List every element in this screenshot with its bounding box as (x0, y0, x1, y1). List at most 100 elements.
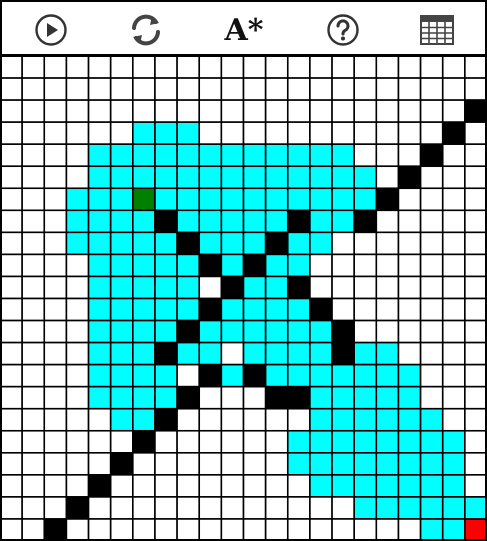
grid-cell-empty[interactable] (397, 187, 422, 212)
grid-cell-empty[interactable] (154, 429, 178, 454)
grid-cell-visited[interactable] (264, 275, 289, 300)
grid-cell-empty[interactable] (464, 121, 487, 145)
grid-cell-visited[interactable] (176, 187, 201, 212)
grid-cell-wall[interactable] (87, 474, 112, 498)
grid-cell-empty[interactable] (397, 56, 422, 79)
grid-cell-empty[interactable] (109, 429, 134, 454)
grid-cell-empty[interactable] (65, 429, 90, 454)
pathfinding-grid[interactable] (0, 56, 487, 541)
grid-cell-visited[interactable] (87, 363, 112, 388)
grid-cell-visited[interactable] (353, 496, 378, 520)
grid-cell-visited[interactable] (264, 319, 289, 344)
grid-cell-empty[interactable] (264, 407, 289, 432)
grid-cell-empty[interactable] (21, 121, 46, 145)
grid-cell-visited[interactable] (286, 297, 311, 322)
grid-cell-empty[interactable] (264, 496, 289, 520)
grid-cell-visited[interactable] (87, 231, 112, 256)
grid-cell-visited[interactable] (419, 518, 444, 541)
grid-cell-empty[interactable] (220, 121, 245, 145)
grid-cell-empty[interactable] (65, 275, 90, 300)
grid-cell-empty[interactable] (419, 77, 444, 101)
grid-cell-visited[interactable] (353, 429, 378, 454)
grid-cell-wall[interactable] (109, 452, 134, 476)
grid-cell-empty[interactable] (43, 297, 68, 322)
grid-cell-empty[interactable] (419, 209, 444, 234)
grid-cell-empty[interactable] (309, 121, 333, 145)
grid-cell-empty[interactable] (419, 56, 444, 79)
grid-cell-visited[interactable] (264, 209, 289, 234)
grid-cell-empty[interactable] (419, 253, 444, 278)
grid-cell-empty[interactable] (309, 253, 333, 278)
grid-cell-empty[interactable] (242, 407, 267, 432)
grid-cell-visited[interactable] (198, 165, 223, 190)
grid-cell-empty[interactable] (176, 452, 201, 476)
grid-cell-empty[interactable] (198, 275, 223, 300)
grid-cell-empty[interactable] (375, 209, 400, 234)
grid-cell-empty[interactable] (176, 407, 201, 432)
grid-cell-visited[interactable] (286, 165, 311, 190)
grid-cell-empty[interactable] (0, 385, 23, 410)
grid-cell-empty[interactable] (0, 121, 23, 145)
grid-cell-empty[interactable] (331, 99, 355, 123)
grid-cell-empty[interactable] (397, 99, 422, 123)
grid-cell-visited[interactable] (464, 496, 487, 520)
grid-cell-empty[interactable] (375, 231, 400, 256)
grid-cell-empty[interactable] (441, 319, 466, 344)
grid-cell-empty[interactable] (21, 429, 46, 454)
grid-cell-empty[interactable] (331, 297, 355, 322)
grid-cell-empty[interactable] (331, 56, 355, 79)
grid-cell-visited[interactable] (286, 363, 311, 388)
grid-cell-empty[interactable] (21, 518, 46, 541)
grid-cell-empty[interactable] (43, 231, 68, 256)
grid-cell-empty[interactable] (198, 496, 223, 520)
grid-cell-visited[interactable] (109, 319, 134, 344)
grid-cell-empty[interactable] (264, 429, 289, 454)
grid-cell-empty[interactable] (176, 518, 201, 541)
grid-cell-empty[interactable] (397, 121, 422, 145)
grid-cell-visited[interactable] (331, 407, 355, 432)
grid-cell-empty[interactable] (198, 385, 223, 410)
grid-cell-empty[interactable] (242, 56, 267, 79)
grid-cell-wall[interactable] (397, 165, 422, 190)
grid-cell-empty[interactable] (331, 496, 355, 520)
grid-cell-empty[interactable] (397, 209, 422, 234)
grid-cell-empty[interactable] (176, 474, 201, 498)
grid-cell-empty[interactable] (43, 209, 68, 234)
grid-cell-visited[interactable] (176, 253, 201, 278)
grid-cell-visited[interactable] (176, 275, 201, 300)
grid-cell-empty[interactable] (242, 518, 267, 541)
grid-cell-visited[interactable] (176, 121, 201, 145)
grid-cell-empty[interactable] (397, 77, 422, 101)
grid-cell-empty[interactable] (464, 407, 487, 432)
grid-cell-empty[interactable] (0, 165, 23, 190)
grid-cell-empty[interactable] (65, 253, 90, 278)
grid-cell-empty[interactable] (286, 474, 311, 498)
grid-cell-empty[interactable] (375, 319, 400, 344)
grid-cell-empty[interactable] (220, 496, 245, 520)
grid-cell-empty[interactable] (198, 474, 223, 498)
grid-cell-empty[interactable] (176, 99, 201, 123)
grid-cell-empty[interactable] (0, 231, 23, 256)
grid-cell-empty[interactable] (220, 341, 245, 366)
grid-cell-empty[interactable] (353, 231, 378, 256)
grid-cell-empty[interactable] (242, 452, 267, 476)
grid-cell-visited[interactable] (375, 496, 400, 520)
grid-cell-empty[interactable] (264, 518, 289, 541)
grid-cell-empty[interactable] (65, 319, 90, 344)
grid-cell-empty[interactable] (43, 474, 68, 498)
grid-cell-visited[interactable] (132, 297, 156, 322)
grid-cell-visited[interactable] (264, 341, 289, 366)
grid-cell-visited[interactable] (220, 187, 245, 212)
grid-cell-empty[interactable] (441, 341, 466, 366)
grid-cell-visited[interactable] (109, 231, 134, 256)
grid-cell-visited[interactable] (309, 363, 333, 388)
grid-cell-empty[interactable] (464, 231, 487, 256)
grid-cell-empty[interactable] (109, 518, 134, 541)
grid-cell-wall[interactable] (331, 319, 355, 344)
grid-cell-visited[interactable] (220, 231, 245, 256)
grid-cell-empty[interactable] (464, 275, 487, 300)
grid-cell-visited[interactable] (397, 452, 422, 476)
grid-cell-visited[interactable] (154, 385, 178, 410)
grid-cell-empty[interactable] (264, 56, 289, 79)
grid-cell-visited[interactable] (176, 143, 201, 168)
